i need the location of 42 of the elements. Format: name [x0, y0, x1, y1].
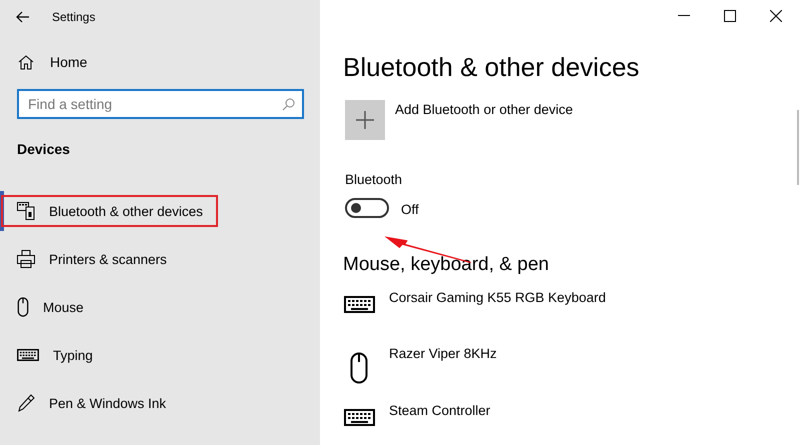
add-device-button[interactable]: [345, 100, 385, 140]
pen-icon: [17, 394, 35, 412]
plus-icon: [356, 111, 374, 130]
mouse-icon: [350, 352, 368, 384]
page-title: Bluetooth & other devices: [343, 52, 640, 84]
sidebar-item[interactable]: Mouse: [0, 287, 320, 327]
devices-icon: [17, 202, 35, 220]
maximize-icon: [724, 10, 736, 22]
home-link[interactable]: Home: [50, 54, 88, 70]
close-icon: [770, 10, 782, 22]
device-name: Corsair Gaming K55 RGB Keyboard: [389, 290, 606, 306]
sidebar-item[interactable]: Printers & scanners: [0, 239, 320, 279]
window-title: Settings: [52, 10, 96, 24]
device-item[interactable]: Steam Controller: [343, 400, 800, 445]
device-item[interactable]: Razer Viper 8KHz: [343, 344, 800, 389]
search-field[interactable]: Find a setting: [17, 89, 304, 119]
sidebar-item-label: Bluetooth & other devices: [49, 204, 203, 218]
keyboard-icon: [344, 408, 374, 426]
sidebar-item-label: Pen & Windows Ink: [49, 396, 166, 410]
device-name: Razer Viper 8KHz: [389, 346, 497, 362]
sidebar-item[interactable]: Pen & Windows Ink: [0, 383, 320, 423]
back-arrow-icon[interactable]: [16, 11, 30, 23]
sidebar-item-label: Printers & scanners: [49, 252, 167, 266]
minimize-icon: [678, 15, 690, 17]
home-icon: [18, 54, 34, 70]
section-heading: Mouse, keyboard, & pen: [343, 254, 550, 276]
device-item[interactable]: Corsair Gaming K55 RGB Keyboard: [343, 288, 800, 332]
device-name: Steam Controller: [389, 402, 490, 418]
keyboard-icon: [17, 349, 39, 361]
printer-icon: [17, 250, 35, 268]
sidebar-item-label: Typing: [53, 348, 93, 362]
bluetooth-label: Bluetooth: [345, 172, 404, 188]
mouse-icon: [17, 297, 29, 317]
section-heading: Devices: [17, 141, 71, 157]
add-device-link[interactable]: Add Bluetooth or other device: [395, 102, 573, 118]
toggle-state: Off: [401, 202, 419, 217]
bluetooth-toggle[interactable]: [345, 198, 389, 218]
search-icon: [282, 98, 295, 111]
scrollbar[interactable]: [797, 110, 799, 185]
sidebar-item[interactable]: Typing: [0, 335, 320, 375]
keyboard-icon: [344, 296, 374, 314]
sidebar-item-label: Mouse: [43, 300, 84, 314]
